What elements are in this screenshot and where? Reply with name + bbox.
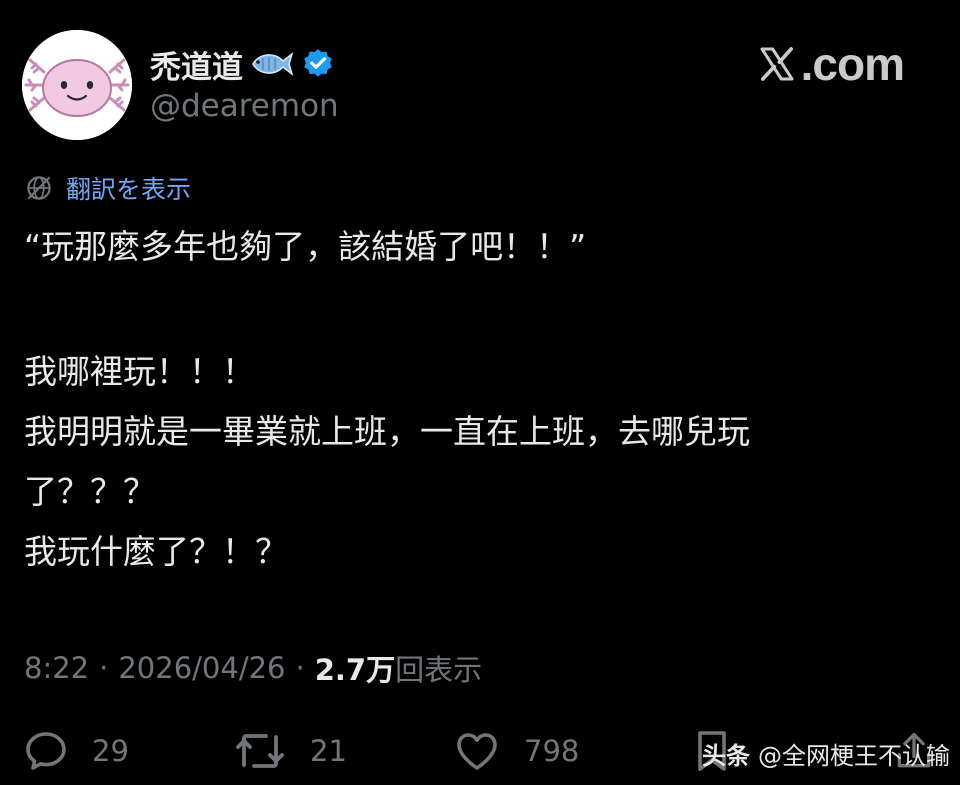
brand-text: .com: [800, 38, 905, 90]
tweet-time[interactable]: 8:22: [24, 651, 89, 685]
reply-icon: [26, 732, 66, 770]
reply-count: 29: [92, 734, 129, 768]
translate-label: 翻訳を表示: [66, 175, 192, 204]
avatar[interactable]: [22, 30, 132, 140]
retweet-count: 21: [310, 734, 347, 768]
tweet-text-line: “玩那麼多年也夠了，該結婚了吧！！”: [24, 227, 587, 266]
author-display-name[interactable]: 禿道道: [150, 42, 243, 87]
views-count[interactable]: 2.7万: [315, 647, 395, 689]
retweet-icon: [236, 734, 284, 768]
meta-separator: ·: [99, 651, 109, 685]
like-count: 798: [524, 734, 580, 768]
author-handle[interactable]: @dearemon: [150, 88, 339, 124]
watermark-text: @全网梗王不认输: [758, 741, 950, 770]
watermark-brand: 头条: [702, 741, 750, 770]
tweet-text-line: 我玩什麼了？！？: [24, 532, 288, 571]
heart-icon: [457, 733, 497, 770]
translate-button[interactable]: 翻訳を表示: [24, 170, 191, 206]
x-logo-icon: [760, 47, 794, 81]
like-button[interactable]: 798: [452, 724, 579, 778]
reply-button[interactable]: 29: [22, 724, 129, 778]
views-label[interactable]: 回表示: [395, 647, 482, 689]
watermark: 头条 @全网梗王不认输: [702, 728, 950, 778]
fish-icon: [252, 51, 294, 77]
verified-badge-icon: [304, 49, 332, 77]
tweet-text-line: 了？？？: [24, 472, 156, 511]
brand-mark: .com: [757, 36, 905, 92]
tweet-text-line: 我明明就是一畢業就上班，一直在上班，去哪兒玩: [24, 412, 750, 451]
author-name-row: 禿道道: [150, 42, 335, 86]
translate-globe-icon: [27, 176, 51, 200]
meta-separator: ·: [295, 651, 305, 685]
retweet-button[interactable]: 21: [232, 724, 347, 778]
tweet-date[interactable]: 2026/04/26: [118, 651, 285, 685]
tweet-meta: 8:22 · 2026/04/26 · 2.7万 回表示: [24, 646, 482, 690]
axolotl-avatar-icon: [22, 30, 132, 140]
tweet-text-line: 我哪裡玩！！！: [24, 352, 255, 391]
